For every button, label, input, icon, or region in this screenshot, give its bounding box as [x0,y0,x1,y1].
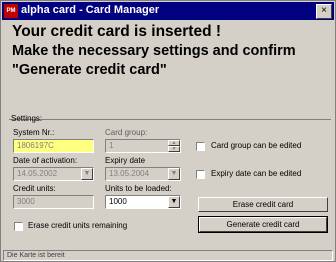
headline-line-2: Make the necessary settings and confirm [12,43,296,59]
generate-credit-card-button[interactable]: Generate credit card [198,216,328,233]
card-manager-window: PM alpha card - Card Manager × Your cred… [0,0,336,262]
close-button[interactable]: × [316,4,332,19]
system-nr-label: System Nr.: [13,128,55,137]
date-of-activation-combo[interactable]: 14.05.2002 ▼ [13,167,94,181]
erase-remaining-checkbox[interactable] [14,222,23,231]
app-icon: PM [4,4,18,18]
system-nr-field[interactable]: 1806197C [13,139,94,153]
units-to-be-loaded-value: 1000 [109,197,127,206]
expiry-date-editable-checkbox[interactable] [196,170,205,179]
window-title: alpha card - Card Manager [21,4,160,16]
credit-units-field[interactable]: 3000 [13,195,94,209]
expiry-date-value: 13.05.2004 [109,169,150,178]
settings-group-label: Settings: [11,114,43,123]
status-bar: Die Karte ist bereit [3,250,333,261]
expiry-date-label: Expiry date [105,156,146,165]
headline-line-3: "Generate credit card" [12,62,167,78]
card-group-editable-label: Card group can be edited [211,141,302,150]
card-group-value: 1 [109,141,114,150]
title-bar[interactable]: PM alpha card - Card Manager × [2,2,334,20]
chevron-down-icon[interactable]: ▼ [81,168,93,180]
spin-down-icon[interactable]: ▼ [168,146,180,152]
chevron-down-icon[interactable]: ▼ [168,168,180,180]
erase-remaining-label: Erase credit units remaining [28,221,128,230]
date-of-activation-value: 14.05.2002 [17,169,58,178]
headline-line-1: Your credit card is inserted ! [12,23,222,40]
expiry-date-combo[interactable]: 13.05.2004 ▼ [105,167,181,181]
date-of-activation-label: Date of activation: [13,156,78,165]
card-group-spinner[interactable]: 1 ▲ ▼ [105,139,181,153]
units-to-be-loaded-combo[interactable]: 1000 ▼ [105,195,181,209]
chevron-down-icon[interactable]: ▼ [168,196,180,208]
expiry-date-editable-label: Expiry date can be edited [211,169,302,178]
card-group-editable-checkbox[interactable] [196,142,205,151]
credit-units-label: Credit units: [13,184,56,193]
units-to-be-loaded-label: Units to be loaded: [105,184,172,193]
card-group-label: Card group: [105,128,148,137]
erase-credit-card-button[interactable]: Erase credit card [198,197,328,212]
